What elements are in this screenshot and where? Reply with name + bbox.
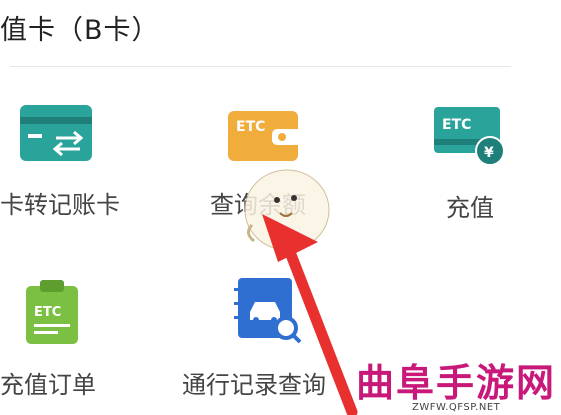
watermark-title: 曲阜手游网 <box>356 361 557 405</box>
watermark-url: ZWFW.QFSP.NET <box>412 402 501 413</box>
